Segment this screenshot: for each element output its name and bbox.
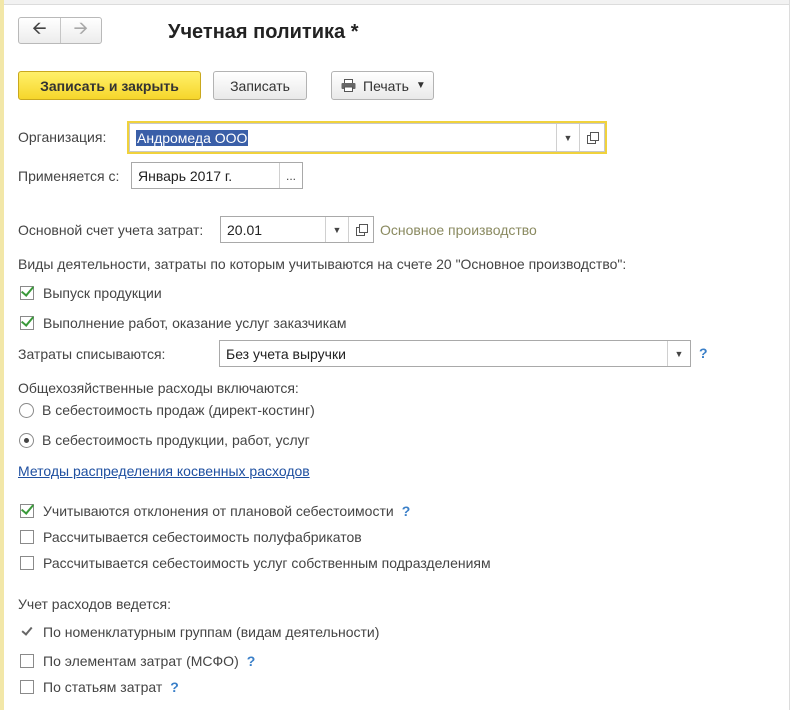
cost-account-field[interactable]: 20.01 ▼ (220, 216, 374, 243)
form-title: Учетная политика * (168, 21, 359, 43)
overhead-option-label: В себестоимость продукции, работ, услуг (42, 432, 310, 448)
activity-item[interactable]: Выполнение работ, оказание услуг заказчи… (20, 315, 347, 331)
print-button[interactable]: Печать ▼ (331, 71, 434, 100)
accounting-option[interactable]: По элементам затрат (МСФО) ? (20, 653, 255, 669)
writeoff-label: Затраты списываются: (18, 346, 166, 362)
writeoff-help-icon[interactable]: ? (699, 345, 708, 361)
organization-open-button[interactable] (579, 124, 604, 151)
writeoff-field[interactable]: Без учета выручки ▼ (219, 340, 691, 367)
accounting-checkbox[interactable] (20, 680, 34, 694)
chevron-down-icon: ▼ (563, 132, 573, 143)
print-label: Печать (363, 77, 409, 94)
applies-from-value: Январь 2017 г. (138, 167, 233, 184)
overhead-radio[interactable] (19, 432, 34, 448)
organization-value-area[interactable]: Андромеда ООО (130, 124, 556, 151)
accounting-checkbox[interactable] (20, 654, 34, 668)
window-left-frame (0, 0, 4, 710)
cost-option-label: Рассчитывается себестоимость услуг собст… (43, 555, 491, 571)
organization-dropdown-button[interactable]: ▼ (556, 124, 579, 151)
overhead-heading: Общехозяйственные расходы включаются: (18, 380, 299, 396)
open-form-icon (355, 224, 368, 236)
overhead-option[interactable]: В себестоимость продаж (директ-костинг) (19, 402, 315, 418)
save-button[interactable]: Записать (213, 71, 307, 100)
navigation-buttons: 🡨 🡪 (18, 17, 102, 44)
cost-option[interactable]: Рассчитывается себестоимость полуфабрика… (20, 529, 362, 545)
accounting-help-icon[interactable]: ? (170, 679, 179, 695)
printer-icon (341, 79, 356, 92)
accounting-heading: Учет расходов ведется: (18, 596, 171, 612)
cost-account-open-button[interactable] (348, 217, 373, 242)
accounting-option[interactable]: По статьям затрат ? (20, 679, 179, 695)
cost-option-label: Рассчитывается себестоимость полуфабрика… (43, 529, 362, 545)
overhead-option-label: В себестоимость продаж (директ-костинг) (42, 402, 315, 418)
writeoff-value: Без учета выручки (226, 345, 346, 362)
activity-item[interactable]: Выпуск продукции (20, 285, 162, 301)
check-icon[interactable] (20, 625, 34, 639)
back-button[interactable]: 🡨 (19, 18, 60, 43)
activity-checkbox[interactable] (20, 316, 34, 330)
organization-field[interactable]: Андромеда ООО ▼ (129, 123, 605, 152)
overhead-radio[interactable] (19, 402, 34, 418)
activity-label: Выпуск продукции (43, 285, 162, 301)
open-form-icon (586, 132, 599, 144)
activity-label: Выполнение работ, оказание услуг заказчи… (43, 315, 347, 331)
window-right-frame (789, 0, 790, 710)
accounting-option[interactable]: По номенклатурным группам (видам деятель… (20, 624, 379, 640)
chevron-down-icon: ▼ (674, 348, 684, 359)
cost-option[interactable]: Рассчитывается себестоимость услуг собст… (20, 555, 491, 571)
save-and-close-button[interactable]: Записать и закрыть (18, 71, 201, 100)
forward-button[interactable]: 🡪 (59, 17, 102, 43)
cost-option[interactable]: Учитываются отклонения от плановой себес… (20, 503, 410, 519)
organization-label: Организация: (18, 129, 107, 145)
chevron-down-icon: ▼ (415, 80, 426, 91)
cost-option-help-icon[interactable]: ? (402, 503, 411, 519)
accounting-option-label: По номенклатурным группам (видам деятель… (43, 624, 380, 640)
distribution-methods-link[interactable]: Методы распределения косвенных расходов (18, 463, 310, 479)
overhead-option[interactable]: В себестоимость продукции, работ, услуг (19, 432, 310, 448)
cost-option-label: Учитываются отклонения от плановой себес… (43, 503, 394, 519)
applies-from-label: Применяется с: (18, 168, 120, 184)
accounting-option-label: По статьям затрат (43, 679, 163, 695)
cost-option-checkbox[interactable] (20, 530, 34, 544)
activity-heading: Виды деятельности, затраты по которым уч… (18, 256, 627, 272)
arrow-right-icon: 🡪 (73, 17, 89, 38)
cost-option-checkbox[interactable] (20, 556, 34, 570)
applies-from-picker-button[interactable]: ... (279, 163, 302, 188)
cost-account-label: Основной счет учета затрат: (18, 222, 204, 238)
applies-from-field[interactable]: Январь 2017 г. ... (131, 162, 303, 189)
cost-account-dropdown-button[interactable]: ▼ (325, 217, 348, 242)
activity-checkbox[interactable] (20, 286, 34, 300)
window-top-frame (0, 0, 790, 5)
cost-account-value: 20.01 (227, 221, 263, 238)
cost-account-name[interactable]: Основное производство (380, 222, 537, 238)
chevron-down-icon: ▼ (332, 224, 342, 235)
cost-option-checkbox[interactable] (20, 504, 34, 518)
arrow-left-icon: 🡨 (31, 17, 47, 38)
organization-value: Андромеда ООО (136, 129, 249, 146)
writeoff-dropdown-button[interactable]: ▼ (667, 341, 690, 366)
accounting-help-icon[interactable]: ? (247, 653, 256, 669)
accounting-option-label: По элементам затрат (МСФО) (43, 653, 239, 669)
